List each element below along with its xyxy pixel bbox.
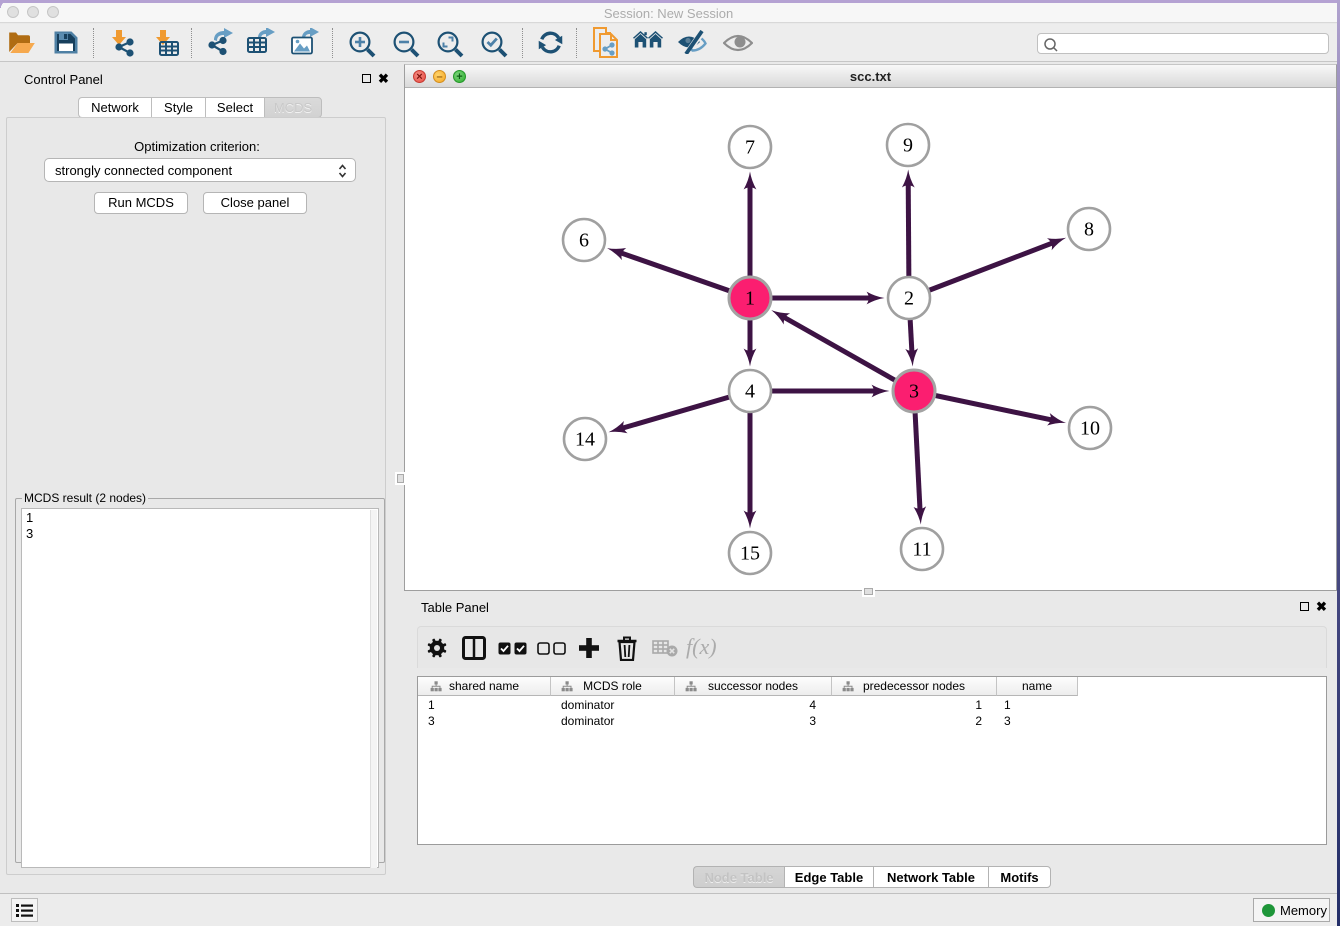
svg-text:10: 10 bbox=[1080, 418, 1100, 440]
svg-text:2: 2 bbox=[904, 288, 914, 310]
svg-text:11: 11 bbox=[912, 539, 931, 561]
svg-text:15: 15 bbox=[740, 543, 760, 565]
svg-text:8: 8 bbox=[1084, 219, 1094, 241]
svg-text:7: 7 bbox=[745, 137, 755, 159]
svg-text:9: 9 bbox=[903, 135, 913, 157]
svg-text:3: 3 bbox=[909, 381, 919, 403]
svg-text:14: 14 bbox=[575, 429, 595, 451]
svg-text:6: 6 bbox=[579, 230, 589, 252]
svg-text:1: 1 bbox=[745, 288, 755, 310]
svg-text:4: 4 bbox=[745, 381, 755, 403]
